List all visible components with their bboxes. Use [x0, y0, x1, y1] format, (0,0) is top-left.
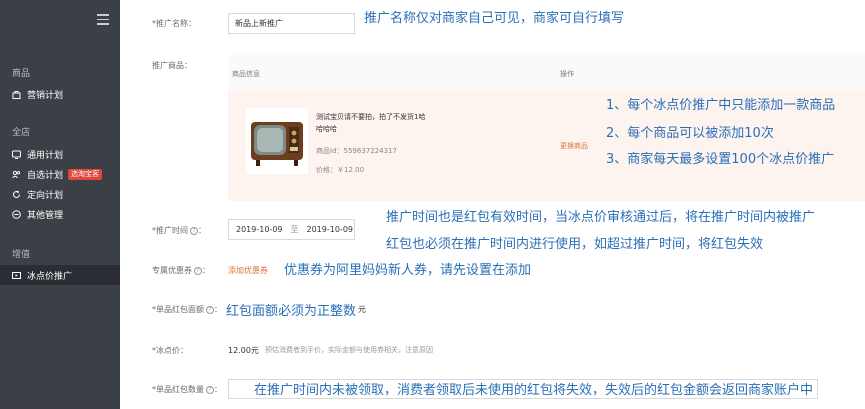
red-count-label: *单品红包数量?： — [152, 385, 222, 394]
sidebar-section-goods: 商品 — [12, 69, 31, 79]
ticket-icon — [12, 271, 21, 280]
status-badge: 选淘宝客 — [68, 168, 103, 180]
sidebar-item-targeted-plan[interactable]: 定向计划 — [0, 184, 120, 204]
sidebar-item-custom-plan[interactable]: 自选计划 选淘宝客 — [0, 164, 120, 184]
tv-icon — [12, 150, 21, 159]
sidebar-item-freeze-price-promo[interactable]: 冰点价推广 — [0, 265, 120, 285]
freeze-price-value: 12.00元 — [228, 346, 259, 355]
date-range-picker[interactable]: 2019-10-09 至 2019-10-09 — [228, 219, 355, 240]
promo-product-label: 推广商品： — [152, 61, 192, 70]
annotation-coupon: 优惠券为阿里妈妈新人券，请先设置在添加 — [284, 263, 532, 278]
minus-circle-icon — [12, 209, 21, 219]
table-row: 测试宝贝请不要拍，拍了不发货1哈 哈哈哈 商品Id：559637224317 价… — [228, 91, 865, 201]
sidebar-section-value-added: 增值 — [12, 250, 31, 260]
coupon-label: 专属优惠券?： — [152, 266, 210, 275]
annotation-product-rule-1: 1、每个冰点价推广中只能添加一款商品 — [606, 98, 836, 113]
product-thumbnail[interactable] — [246, 108, 308, 174]
promo-time-label-text: *推广时间 — [152, 226, 188, 235]
sidebar-item-label: 定向计划 — [27, 190, 64, 201]
product-title: 测试宝贝请不要拍，拍了不发货1哈 — [316, 113, 426, 121]
red-count-label-text: *单品红包数量 — [152, 385, 204, 394]
sidebar-item-label: 冰点价推广 — [27, 271, 73, 282]
sidebar-item-label: 自选计划 — [27, 170, 64, 181]
sidebar-item-label: 营销计划 — [27, 90, 64, 101]
sidebar-item-label: 通用计划 — [27, 150, 64, 161]
promo-time-label: *推广时间?： — [152, 226, 206, 235]
annotation-time-2: 红包也必须在推广时间内进行使用，如超过推广时间，将红包失效 — [386, 237, 764, 252]
annotation-product-rule-3: 3、商家每天最多设置100个冰点价推广 — [606, 152, 835, 167]
product-price: 价格：￥12.00 — [316, 166, 365, 174]
sidebar-item-general-plan[interactable]: 通用计划 — [0, 144, 120, 164]
sidebar-item-label: 其他管理 — [27, 210, 64, 221]
sidebar-section-store: 全店 — [12, 128, 31, 138]
freeze-price-label: *冰点价： — [152, 346, 188, 355]
product-id: 商品Id：559637224317 — [316, 147, 397, 155]
sidebar-item-other-management[interactable]: 其他管理 — [0, 204, 120, 224]
annotation-red-count: 在推广时间内未被领取，消费者领取后未使用的红包将失效，失效后的红包金额会返回商家… — [254, 383, 814, 398]
sidebar-item-marketing-plan[interactable]: 营销计划 — [0, 84, 120, 104]
annotation-red-amount: 红包面额必须为正整数 — [226, 304, 357, 319]
refresh-icon — [12, 189, 21, 199]
red-amount-label: *单品红包面额?： — [152, 305, 222, 314]
bag-icon — [12, 90, 21, 99]
start-date[interactable]: 2019-10-09 — [236, 225, 283, 234]
red-amount-label-text: *单品红包面额 — [152, 305, 204, 314]
help-icon[interactable]: ? — [206, 385, 214, 394]
coupon-label-text: 专属优惠券 — [152, 266, 192, 275]
table-header-info: 商品信息 — [232, 70, 260, 78]
annotation-time-1: 推广时间也是红包有效时间，当冰点价审核通过后，将在推广时间内被推广 — [386, 210, 816, 225]
annotation-promo-name: 推广名称仅对商家自己可见，商家可自行填写 — [364, 11, 625, 26]
freeze-price-hint: 预估消费者到手价，实际金额与使用券相关，注意原因 — [265, 346, 433, 354]
product-table-header: 商品信息 操作 — [228, 55, 865, 92]
help-icon[interactable]: ? — [190, 226, 198, 235]
add-coupon-link[interactable]: 添加优惠券 — [228, 265, 268, 276]
promo-name-label: *推广名称： — [152, 19, 196, 28]
product-title-cont: 哈哈哈 — [316, 125, 337, 133]
annotation-product-rule-2: 2、每个商品可以被添加10次 — [606, 126, 774, 141]
sidebar: 商品 营销计划 全店 通用计划 自选计划 选淘宝客 定向计划 其他管理 增值 冰… — [0, 0, 120, 409]
promo-name-input[interactable]: 新品上新推广 — [228, 13, 355, 34]
change-product-link[interactable]: 更换商品 — [560, 141, 588, 151]
people-icon — [12, 170, 21, 179]
date-separator: 至 — [290, 225, 299, 234]
main-content: *推广名称： 新品上新推广 推广名称仅对商家自己可见，商家可自行填写 推广商品：… — [120, 0, 865, 409]
help-icon[interactable]: ? — [194, 266, 202, 275]
end-date[interactable]: 2019-10-09 — [307, 225, 354, 234]
menu-toggle-icon[interactable] — [97, 14, 109, 25]
help-icon[interactable]: ? — [206, 305, 214, 314]
table-header-action: 操作 — [560, 70, 574, 78]
red-amount-unit: 元 — [358, 305, 366, 314]
